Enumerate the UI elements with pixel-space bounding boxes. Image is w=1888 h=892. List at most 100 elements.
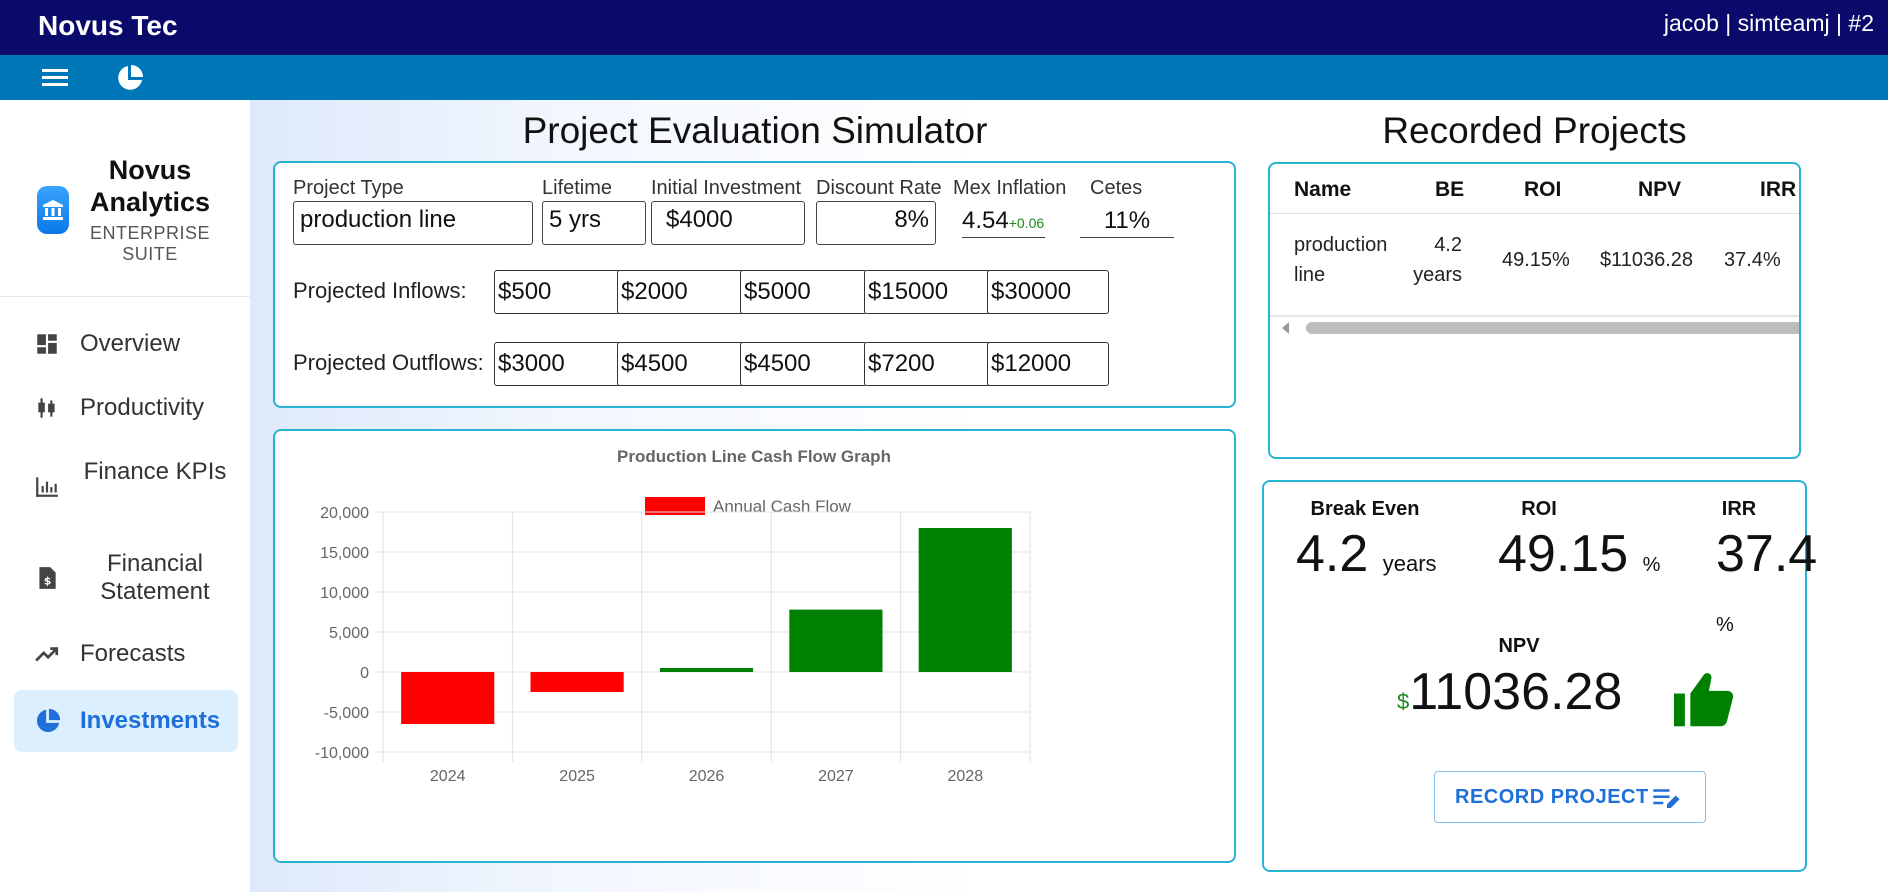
col-header-roi: ROI [1524, 178, 1562, 201]
inflow-year-5-input[interactable] [987, 270, 1109, 314]
sidebar-item-label: Financial Statement [100, 550, 210, 605]
main-content: Project Evaluation Simulator Recorded Pr… [250, 100, 1888, 892]
sidebar-item-investments[interactable]: Investments [14, 690, 238, 752]
y-tick-label: 15,000 [320, 545, 369, 562]
roi-unit: % [1642, 554, 1661, 576]
irr-value: 37.4 % [1716, 524, 1817, 644]
user-info: jacob | simteamj | #2 [1663, 10, 1874, 36]
sidebar-item-forecasts[interactable]: Forecasts [14, 632, 238, 676]
roi-value: 49.15 % [1498, 524, 1660, 584]
results-card: Break Even 4.2 years ROI 49.15 % IRR 37.… [1262, 480, 1817, 872]
sidebar-divider [0, 296, 250, 297]
inflow-year-2-input[interactable] [617, 270, 744, 314]
legend-label: Annual Cash Flow [713, 497, 852, 516]
recorded-projects-card: Name BE ROI NPV IRR production line 4.2 … [1268, 162, 1801, 459]
col-header-be: BE [1435, 178, 1465, 201]
sidebar-item-label: Productivity [80, 394, 205, 421]
toolbar [0, 55, 1888, 100]
pie-chart-icon [34, 707, 61, 733]
record-project-button[interactable]: RECORD PROJECT [1434, 771, 1706, 823]
sidebar-item-overview[interactable]: Overview [14, 322, 238, 366]
lifetime-label: Lifetime [542, 177, 613, 199]
table-divider [1270, 213, 1799, 214]
cetes-label: Cetes [1090, 177, 1143, 199]
hamburger-menu-icon[interactable] [40, 63, 70, 93]
outflow-year-4-input[interactable] [864, 342, 991, 386]
sidebar-item-label: Overview [80, 330, 181, 357]
break-even-unit: years [1382, 551, 1437, 576]
sidebar-item-finance-kpis[interactable]: Finance KPIs [14, 456, 238, 516]
lifetime-field[interactable]: 5 yrs [542, 201, 646, 245]
cash-flow-chart: Production Line Cash Flow Graph Annual C… [315, 447, 1031, 785]
col-header-name: Name [1294, 178, 1352, 201]
project-type-label: Project Type [293, 177, 404, 199]
initial-investment-label: Initial Investment [651, 177, 802, 199]
npv-currency: $ [1397, 689, 1410, 714]
mex-inflation-number: 4.54 [962, 207, 1009, 234]
sidebar: Novus Analytics ENTERPRISE SUITE Overvie… [0, 100, 251, 892]
break-even-label: Break Even [1310, 498, 1420, 520]
sidebar-item-financial-statement[interactable]: $ Financial Statement [14, 548, 238, 608]
project-type-field[interactable]: production line [293, 201, 533, 245]
chart-title: Production Line Cash Flow Graph [617, 447, 891, 466]
horizontal-scrollbar-thumb[interactable] [1306, 322, 1799, 334]
y-tick-label: 5,000 [329, 625, 369, 642]
break-even-value: 4.2 years [1296, 524, 1437, 584]
x-tick-label: 2026 [689, 768, 725, 785]
edit-note-icon [1652, 785, 1682, 817]
sidebar-subtitle: ENTERPRISE SUITE [89, 223, 211, 264]
inflow-year-4-input[interactable] [864, 270, 991, 314]
roi-label: ROI [1521, 498, 1557, 520]
cash-flow-bar[interactable] [789, 609, 883, 672]
invoice-icon: $ [34, 565, 60, 591]
sidebar-title: Novus Analytics [89, 155, 211, 217]
mex-inflation-delta: +0.06 [1008, 215, 1045, 231]
thumbs-up-icon [1671, 669, 1737, 734]
cash-flow-chart-card: Production Line Cash Flow Graph Annual C… [273, 429, 1236, 863]
discount-rate-field[interactable]: 8% [816, 201, 936, 245]
inflow-year-1-input[interactable] [494, 270, 621, 314]
irr-label: IRR [1721, 498, 1757, 520]
mex-inflation-label: Mex Inflation [953, 177, 1067, 199]
cash-flow-bar[interactable] [530, 672, 624, 692]
inflow-year-3-input[interactable] [740, 270, 867, 314]
y-tick-label: 10,000 [320, 585, 369, 602]
cash-flow-bar[interactable] [918, 528, 1012, 672]
outflow-year-5-input[interactable] [987, 342, 1109, 386]
row-irr: 37.4% [1724, 249, 1781, 271]
irr-unit: % [1716, 614, 1734, 636]
break-even-number: 4.2 [1296, 525, 1369, 583]
bar-chart-icon [34, 473, 60, 499]
initial-investment-field[interactable]: $4000 [651, 201, 805, 245]
y-tick-label: 20,000 [320, 505, 369, 522]
project-inputs-card: Project Type production line Lifetime 5 … [273, 161, 1236, 408]
outflow-year-2-input[interactable] [617, 342, 744, 386]
bank-icon [37, 186, 69, 234]
col-header-irr: IRR [1760, 178, 1797, 201]
col-header-npv: NPV [1638, 178, 1682, 201]
pie-chart-icon[interactable] [115, 63, 145, 93]
row-roi: 49.15% [1502, 249, 1570, 271]
npv-label: NPV [1498, 635, 1540, 657]
cash-flow-bar[interactable] [401, 672, 495, 724]
simulator-title: Project Evaluation Simulator [522, 110, 988, 151]
record-project-label: RECORD PROJECT [1455, 786, 1649, 808]
x-tick-label: 2025 [559, 768, 595, 785]
cash-flow-bar[interactable] [659, 668, 754, 672]
cetes-value: 11% [1080, 207, 1174, 238]
candlestick-icon [34, 395, 60, 421]
sidebar-item-productivity[interactable]: Productivity [14, 386, 238, 430]
x-tick-label: 2024 [430, 768, 466, 785]
y-tick-label: -5,000 [324, 705, 369, 722]
row-npv: $11036.28 [1600, 249, 1694, 271]
outflow-year-3-input[interactable] [740, 342, 867, 386]
sidebar-item-label: Investments [80, 707, 221, 734]
scroll-left-arrow-icon[interactable] [1282, 322, 1289, 334]
y-tick-label: -10,000 [315, 745, 369, 762]
inflows-label: Projected Inflows: [293, 278, 467, 303]
dashboard-icon [34, 331, 60, 357]
y-tick-label: 0 [360, 665, 369, 682]
sidebar-item-label: Finance KPIs [83, 458, 227, 485]
outflow-year-1-input[interactable] [494, 342, 621, 386]
scrollbar-track [1270, 315, 1799, 317]
